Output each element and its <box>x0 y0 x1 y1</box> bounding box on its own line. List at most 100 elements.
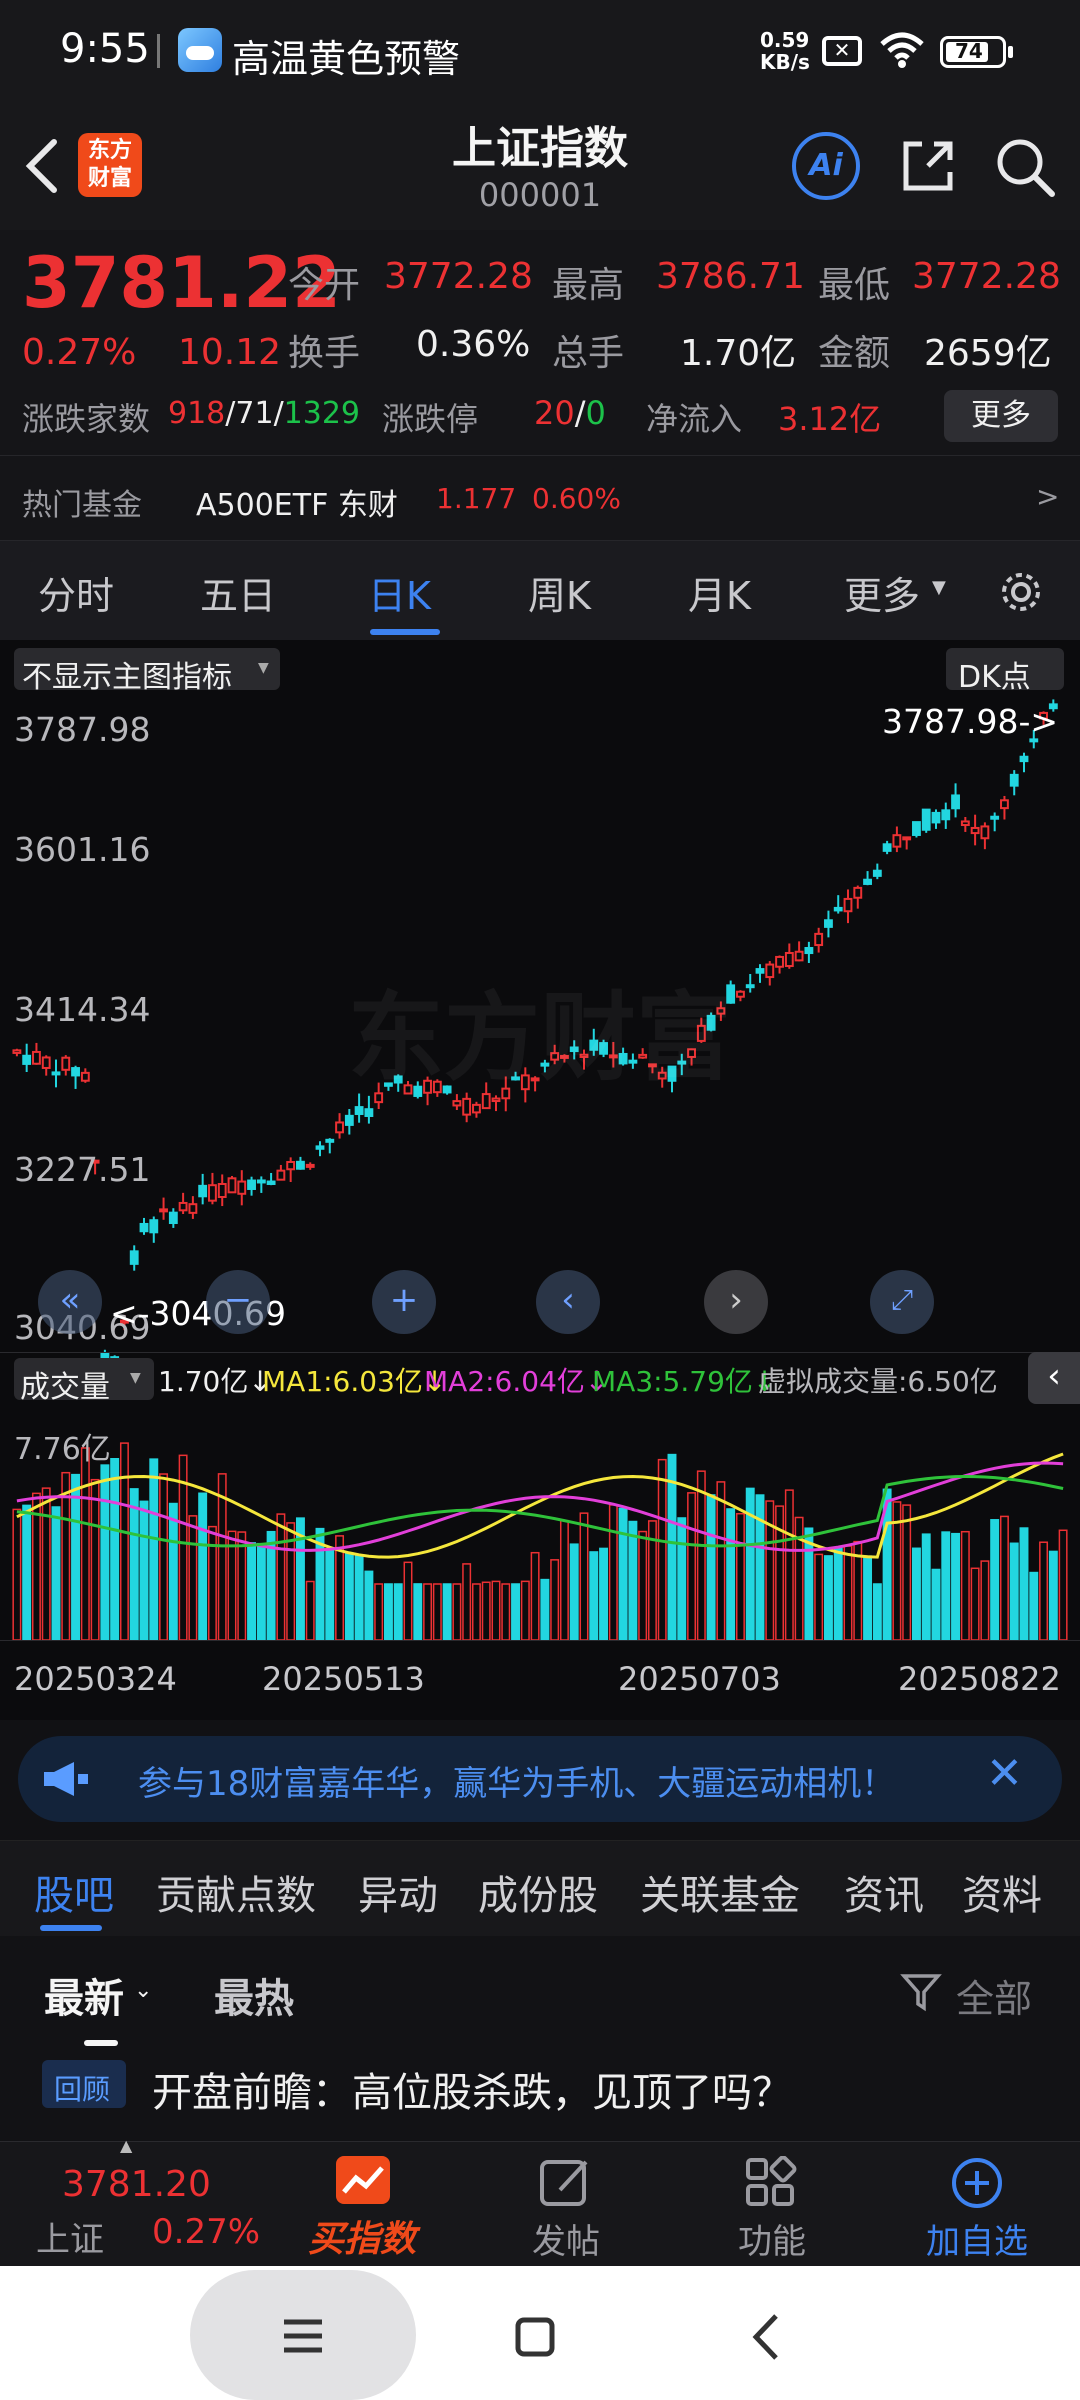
volume-bar <box>911 1547 921 1641</box>
volume-bar <box>833 1546 843 1641</box>
volume-bar <box>657 1458 667 1641</box>
volume-bar <box>374 1583 384 1641</box>
candle <box>335 1121 344 1134</box>
low-value: 3772.28 <box>912 256 1061 297</box>
promo-banner[interactable]: 参与18财富嘉年华，赢华为手机、大疆运动相机！ ✕ <box>18 1736 1062 1822</box>
candle <box>970 826 980 835</box>
tab-components[interactable]: 成份股 <box>478 1863 598 1921</box>
candle <box>736 990 745 998</box>
volume-bar <box>960 1530 970 1641</box>
candle <box>12 1049 22 1054</box>
turnover-value: 0.36% <box>416 324 531 365</box>
nav-back-icon[interactable] <box>748 2312 782 2362</box>
candle <box>990 815 1000 820</box>
caret-down-icon: ▼ <box>130 1370 141 1386</box>
candle <box>755 968 765 974</box>
volume-bar <box>119 1442 129 1641</box>
collapse-panel-button[interactable]: ‹ <box>1028 1352 1080 1404</box>
candle <box>794 950 804 962</box>
volume-bar <box>413 1583 423 1641</box>
weather-app-icon <box>178 28 222 72</box>
candle <box>863 878 872 885</box>
volume-bar <box>1029 1571 1039 1641</box>
volume-bar <box>511 1583 521 1641</box>
candle <box>296 1160 305 1170</box>
candle <box>853 886 863 899</box>
filter-icon[interactable] <box>900 1970 944 2014</box>
menu-button[interactable] <box>190 2270 416 2400</box>
more-button[interactable]: 更多 <box>944 390 1058 442</box>
candle <box>951 794 960 810</box>
tab-week-k[interactable]: 周K <box>528 565 591 620</box>
chevron-down-icon: ⌄ <box>134 1978 153 2003</box>
volume-bar <box>325 1550 335 1641</box>
candle <box>22 1054 32 1065</box>
candle <box>168 1211 178 1225</box>
candle <box>344 1114 354 1126</box>
tab-profile[interactable]: 资料 <box>962 1863 1042 1921</box>
function-button[interactable]: 功能 <box>714 2152 824 2262</box>
tab-related-funds[interactable]: 关联基金 <box>640 1863 800 1921</box>
buy-index-button[interactable]: 买指数 <box>294 2152 444 2262</box>
breadth-values: 918/71/1329 <box>168 396 361 431</box>
kline-chart-area[interactable]: 不显示主图指标 ▼ DK点 3787.98 3601.16 3414.34 32… <box>0 640 1080 1720</box>
candle <box>41 1056 51 1069</box>
feed-tab-latest[interactable]: 最新 <box>44 1966 124 2024</box>
scroll-left-icon[interactable]: ‹ <box>536 1270 600 1334</box>
zoom-out-icon[interactable]: − <box>206 1270 270 1334</box>
volume-indicator-select[interactable]: 成交量 ▼ <box>14 1358 154 1405</box>
tab-day-k[interactable]: 日K <box>368 565 431 620</box>
date-label-1: 20250513 <box>262 1660 425 1698</box>
volume-bar <box>403 1561 413 1641</box>
add-watchlist-button[interactable]: 加自选 <box>912 2152 1042 2262</box>
dk-point-button[interactable]: DK点 <box>946 648 1064 695</box>
fullscreen-icon[interactable]: ⤢ <box>870 1270 934 1334</box>
close-icon[interactable]: ✕ <box>986 1748 1023 1799</box>
candle <box>129 1250 139 1265</box>
tab-contribution[interactable]: 贡献点数 <box>156 1863 316 1921</box>
volume-bar <box>921 1533 931 1641</box>
menu-icon <box>284 2319 322 2353</box>
tab-active-indicator <box>370 629 440 635</box>
home-square-icon[interactable] <box>514 2316 556 2358</box>
volume-bar <box>775 1505 785 1641</box>
feed-tab-hot[interactable]: 最热 <box>214 1966 294 2024</box>
post-button[interactable]: 发帖 <box>512 2152 622 2262</box>
back-icon[interactable] <box>22 136 62 196</box>
candle <box>139 1222 149 1233</box>
ai-button[interactable]: Ai <box>792 132 860 200</box>
candle <box>892 834 902 848</box>
filter-label[interactable]: 全部 <box>956 1968 1032 2023</box>
post-headline[interactable]: 开盘前瞻：高位股杀跌，见顶了吗？ <box>152 2060 792 2118</box>
tab-month-k[interactable]: 月K <box>688 565 751 620</box>
volume-bar <box>237 1531 247 1641</box>
candle <box>462 1097 472 1116</box>
volume-bar <box>755 1494 765 1641</box>
settings-gear-icon[interactable] <box>996 567 1046 617</box>
volume-current: 1.70亿↓ <box>158 1365 272 1398</box>
candle <box>833 906 843 912</box>
scroll-left-fast-icon[interactable]: « <box>38 1270 102 1334</box>
candle <box>765 963 775 979</box>
tab-wuri[interactable]: 五日 <box>200 565 276 620</box>
mini-name: 上证 <box>36 2220 104 2260</box>
main-indicator-select[interactable]: 不显示主图指标 ▼ <box>14 648 280 695</box>
tab-more[interactable]: 更多 <box>844 565 920 620</box>
tab-news[interactable]: 资讯 <box>844 1863 924 1921</box>
date-label-3: 20250822 <box>898 1660 1061 1698</box>
volume-bar <box>931 1568 941 1641</box>
volume-bar <box>198 1492 208 1641</box>
zoom-in-icon[interactable]: + <box>372 1270 436 1334</box>
tab-fenshi[interactable]: 分时 <box>38 565 114 620</box>
candle <box>902 836 912 841</box>
volume-bar <box>970 1567 980 1641</box>
candle <box>354 1106 364 1115</box>
search-icon[interactable] <box>994 136 1058 200</box>
y-tick-1: 3601.16 <box>14 830 151 869</box>
tab-guba[interactable]: 股吧 <box>34 1863 114 1921</box>
share-icon[interactable] <box>898 136 958 196</box>
candlestick-chart[interactable] <box>0 696 1080 1720</box>
scroll-right-icon[interactable]: › <box>704 1270 768 1334</box>
tab-anomaly[interactable]: 异动 <box>358 1863 438 1921</box>
hot-fund-row[interactable]: 热门基金 A500ETF 东财 1.177 0.60% > <box>0 455 1080 540</box>
